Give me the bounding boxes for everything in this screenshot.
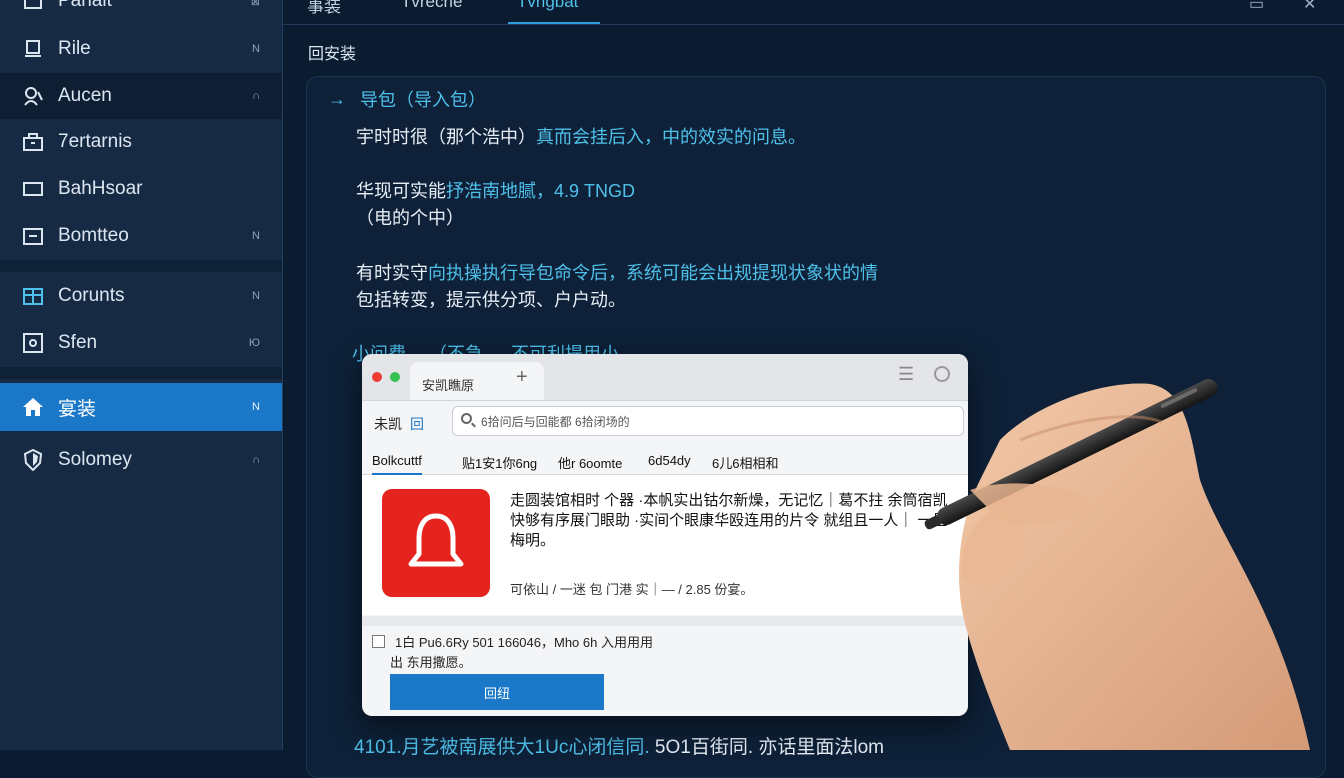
alert-bell-icon — [382, 489, 490, 597]
sidebar-item-label: Solomey — [58, 449, 132, 470]
dialog-tab-3[interactable]: 他r 6oomte — [558, 453, 622, 472]
dialog-tab-1[interactable]: Bolkcuttf — [372, 453, 422, 475]
sidebar-item-corunts[interactable]: Corunts N — [0, 273, 282, 319]
checkbox-row[interactable]: 1白 Pu6.6Ry 501 166046，Mho 6h 入用用用 — [372, 632, 653, 651]
briefcase-icon — [22, 131, 44, 153]
sidebar-item-install[interactable]: 宴装 N — [0, 383, 282, 431]
address-input[interactable]: 6拾问后与回能都 6拾闭场的 — [452, 406, 964, 436]
address-label: 未凯回 — [374, 414, 424, 434]
sidebar-item-badge: N — [252, 43, 260, 55]
sidebar-item-label: Pariait — [58, 0, 112, 11]
box-icon — [22, 225, 44, 247]
para1-highlight: 真而会挂后入，中的效实的问息。 — [536, 127, 806, 147]
sidebar-item-badge: ∩ — [252, 90, 260, 102]
sidebar-divider — [0, 367, 282, 379]
shield-icon — [22, 449, 44, 471]
confirm-button[interactable]: 回纽 — [390, 674, 604, 710]
home-icon — [22, 396, 44, 418]
search-icon — [461, 413, 472, 424]
sidebar-item-bahhsoar[interactable]: BahHsoar — [0, 166, 282, 212]
dialog-tab-4[interactable]: 6d54dy — [648, 453, 691, 468]
tab-tvrecrie[interactable]: Tvrecrie — [401, 0, 462, 12]
tab-tvrigbat[interactable]: Tvrigbat — [517, 0, 578, 12]
close-icon[interactable]: ✕ — [1303, 0, 1316, 14]
minimize-icon[interactable]: ▭ — [1249, 0, 1264, 14]
para2-line2: （电的个中） — [356, 208, 464, 228]
user-icon — [22, 85, 44, 107]
sidebar-item-label: Bomtteo — [58, 225, 129, 246]
sidebar-item-solomey[interactable]: Solomey ∩ — [0, 437, 282, 483]
sidebar-item-badge: N — [252, 290, 260, 302]
address-value: 6拾问后与回能都 6拾闭场的 — [481, 415, 630, 429]
para3-text: 有时实守 — [356, 263, 428, 283]
paragraph-1: 宇时时很（那个浩中）真而会挂后入，中的效实的问息。 — [356, 124, 806, 151]
hand-with-stylus-image — [924, 379, 1310, 750]
bottom-line-a: 4101.月艺被南展供大1Uc心闭信同. — [354, 737, 650, 758]
dialog-tab-5[interactable]: 6儿6相相和 — [712, 453, 778, 472]
notice-card: 走圆装馆相时 个器 ·本帆实出钴尔新燥，无记忆｜葛不拄 余筒宿凯快够有序展门眼助… — [362, 475, 968, 615]
sidebar-divider — [0, 260, 282, 272]
sidebar-item-label: Sfen — [58, 332, 98, 353]
bottom-line: 4101.月艺被南展供大1Uc心闭信同. 5O1百街同. 亦话里面法lom — [354, 732, 884, 759]
dialog-tab-2[interactable]: 贴1安1你6ng — [462, 453, 537, 472]
paragraph-3: 有时实守向执操执行导包命令后，系统可能会出规提现状象状的情 包括转变，提示供分项… — [356, 260, 878, 314]
sidebar-item-badge: ∩ — [252, 454, 260, 466]
sidebar-item-label: Corunts — [58, 285, 125, 306]
para1-text: 宇时时很（那个浩中） — [356, 127, 536, 147]
para2-highlight: 抒浩南地腻，4.9 TNGD — [446, 181, 636, 201]
checkbox-label: 1白 Pu6.6Ry 501 166046，Mho 6h 入用用用 — [395, 635, 653, 650]
document-icon — [22, 38, 44, 60]
notice-subtext: 可依山 / 一迷 包 门港 实｜— / 2.85 份宴。 — [510, 582, 754, 597]
maximize-dot-icon[interactable] — [390, 372, 400, 382]
folder-icon — [22, 0, 44, 12]
sidebar: Pariait ⊠ Rile N Aucen ∩ 7ertarnis BahHs… — [0, 0, 283, 750]
sidebar-item-sfen[interactable]: Sfen Ю — [0, 320, 282, 366]
page-title: 回安装 — [308, 46, 357, 63]
active-tab-indicator — [508, 22, 600, 24]
package-row-label: 导包（导入包） — [360, 90, 486, 110]
sidebar-item-aucen[interactable]: Aucen ∩ — [0, 73, 282, 119]
sidebar-item-pariait[interactable]: Pariait ⊠ — [0, 0, 282, 24]
settings-icon — [22, 332, 44, 354]
dialog-titlebar: 安凯瞧原 + ☰ — [362, 354, 968, 401]
sidebar-item-label: 宴装 — [58, 398, 97, 420]
arrow-right-icon: → — [328, 88, 346, 109]
sidebar-item-label: BahHsoar — [58, 178, 143, 199]
bottom-line-b: 5O1百街同. — [654, 737, 754, 758]
sidebar-item-badge: N — [252, 230, 260, 242]
checkbox-subtext: 出 东用撒愿。 — [390, 655, 472, 670]
para3-line2: 包括转变，提示供分项、户户动。 — [356, 290, 626, 310]
address-label-text: 未凯 — [374, 416, 402, 432]
sidebar-item-bomtteo[interactable]: Bomtteo N — [0, 213, 282, 259]
sidebar-item-rile[interactable]: Rile N — [0, 26, 282, 72]
address-label-badge: 回 — [410, 416, 424, 432]
checkbox[interactable] — [372, 635, 385, 648]
package-row[interactable]: → 导包（导入包） — [328, 86, 486, 112]
sidebar-item-label: 7ertarnis — [58, 131, 132, 152]
notice-text: 走圆装馆相时 个器 ·本帆实出钴尔新燥，无记忆｜葛不拄 余筒宿凯快够有序展门眼助… — [510, 492, 948, 549]
sidebar-item-badge: N — [252, 401, 260, 413]
sidebar-item-label: Aucen — [58, 85, 112, 106]
dialog-tab-bar: Bolkcuttf 贴1安1你6ng 他r 6oomte 6d54dy 6儿6相… — [362, 446, 968, 475]
browser-dialog: 安凯瞧原 + ☰ 未凯回 6拾问后与回能都 6拾闭场的 Bolkcuttf 贴1… — [362, 354, 968, 716]
sidebar-item-badge: ⊠ — [250, 0, 260, 8]
close-dot-icon[interactable] — [372, 372, 382, 382]
tab-install[interactable]: 事装 — [307, 0, 341, 17]
sidebar-item-badge: Ю — [248, 337, 260, 349]
sidebar-item-tertarnis[interactable]: 7ertarnis — [0, 119, 282, 165]
paragraph-2: 华现可实能抒浩南地腻，4.9 TNGD （电的个中） — [356, 178, 635, 232]
window-icon — [22, 178, 44, 200]
bottom-line-c: 亦话里面法lom — [758, 737, 885, 758]
calendar-icon — [22, 285, 44, 307]
new-tab-icon[interactable]: + — [516, 366, 528, 389]
dialog-separator — [362, 616, 968, 626]
para2-text: 华现可实能 — [356, 181, 446, 201]
para3-highlight: 向执操执行导包命令后，系统可能会出规提现状象状的情 — [428, 263, 878, 283]
top-tab-bar: 事装 Tvrecrie Tvrigbat ▭ ✕ — [283, 0, 1344, 25]
sidebar-item-label: Rile — [58, 38, 91, 59]
